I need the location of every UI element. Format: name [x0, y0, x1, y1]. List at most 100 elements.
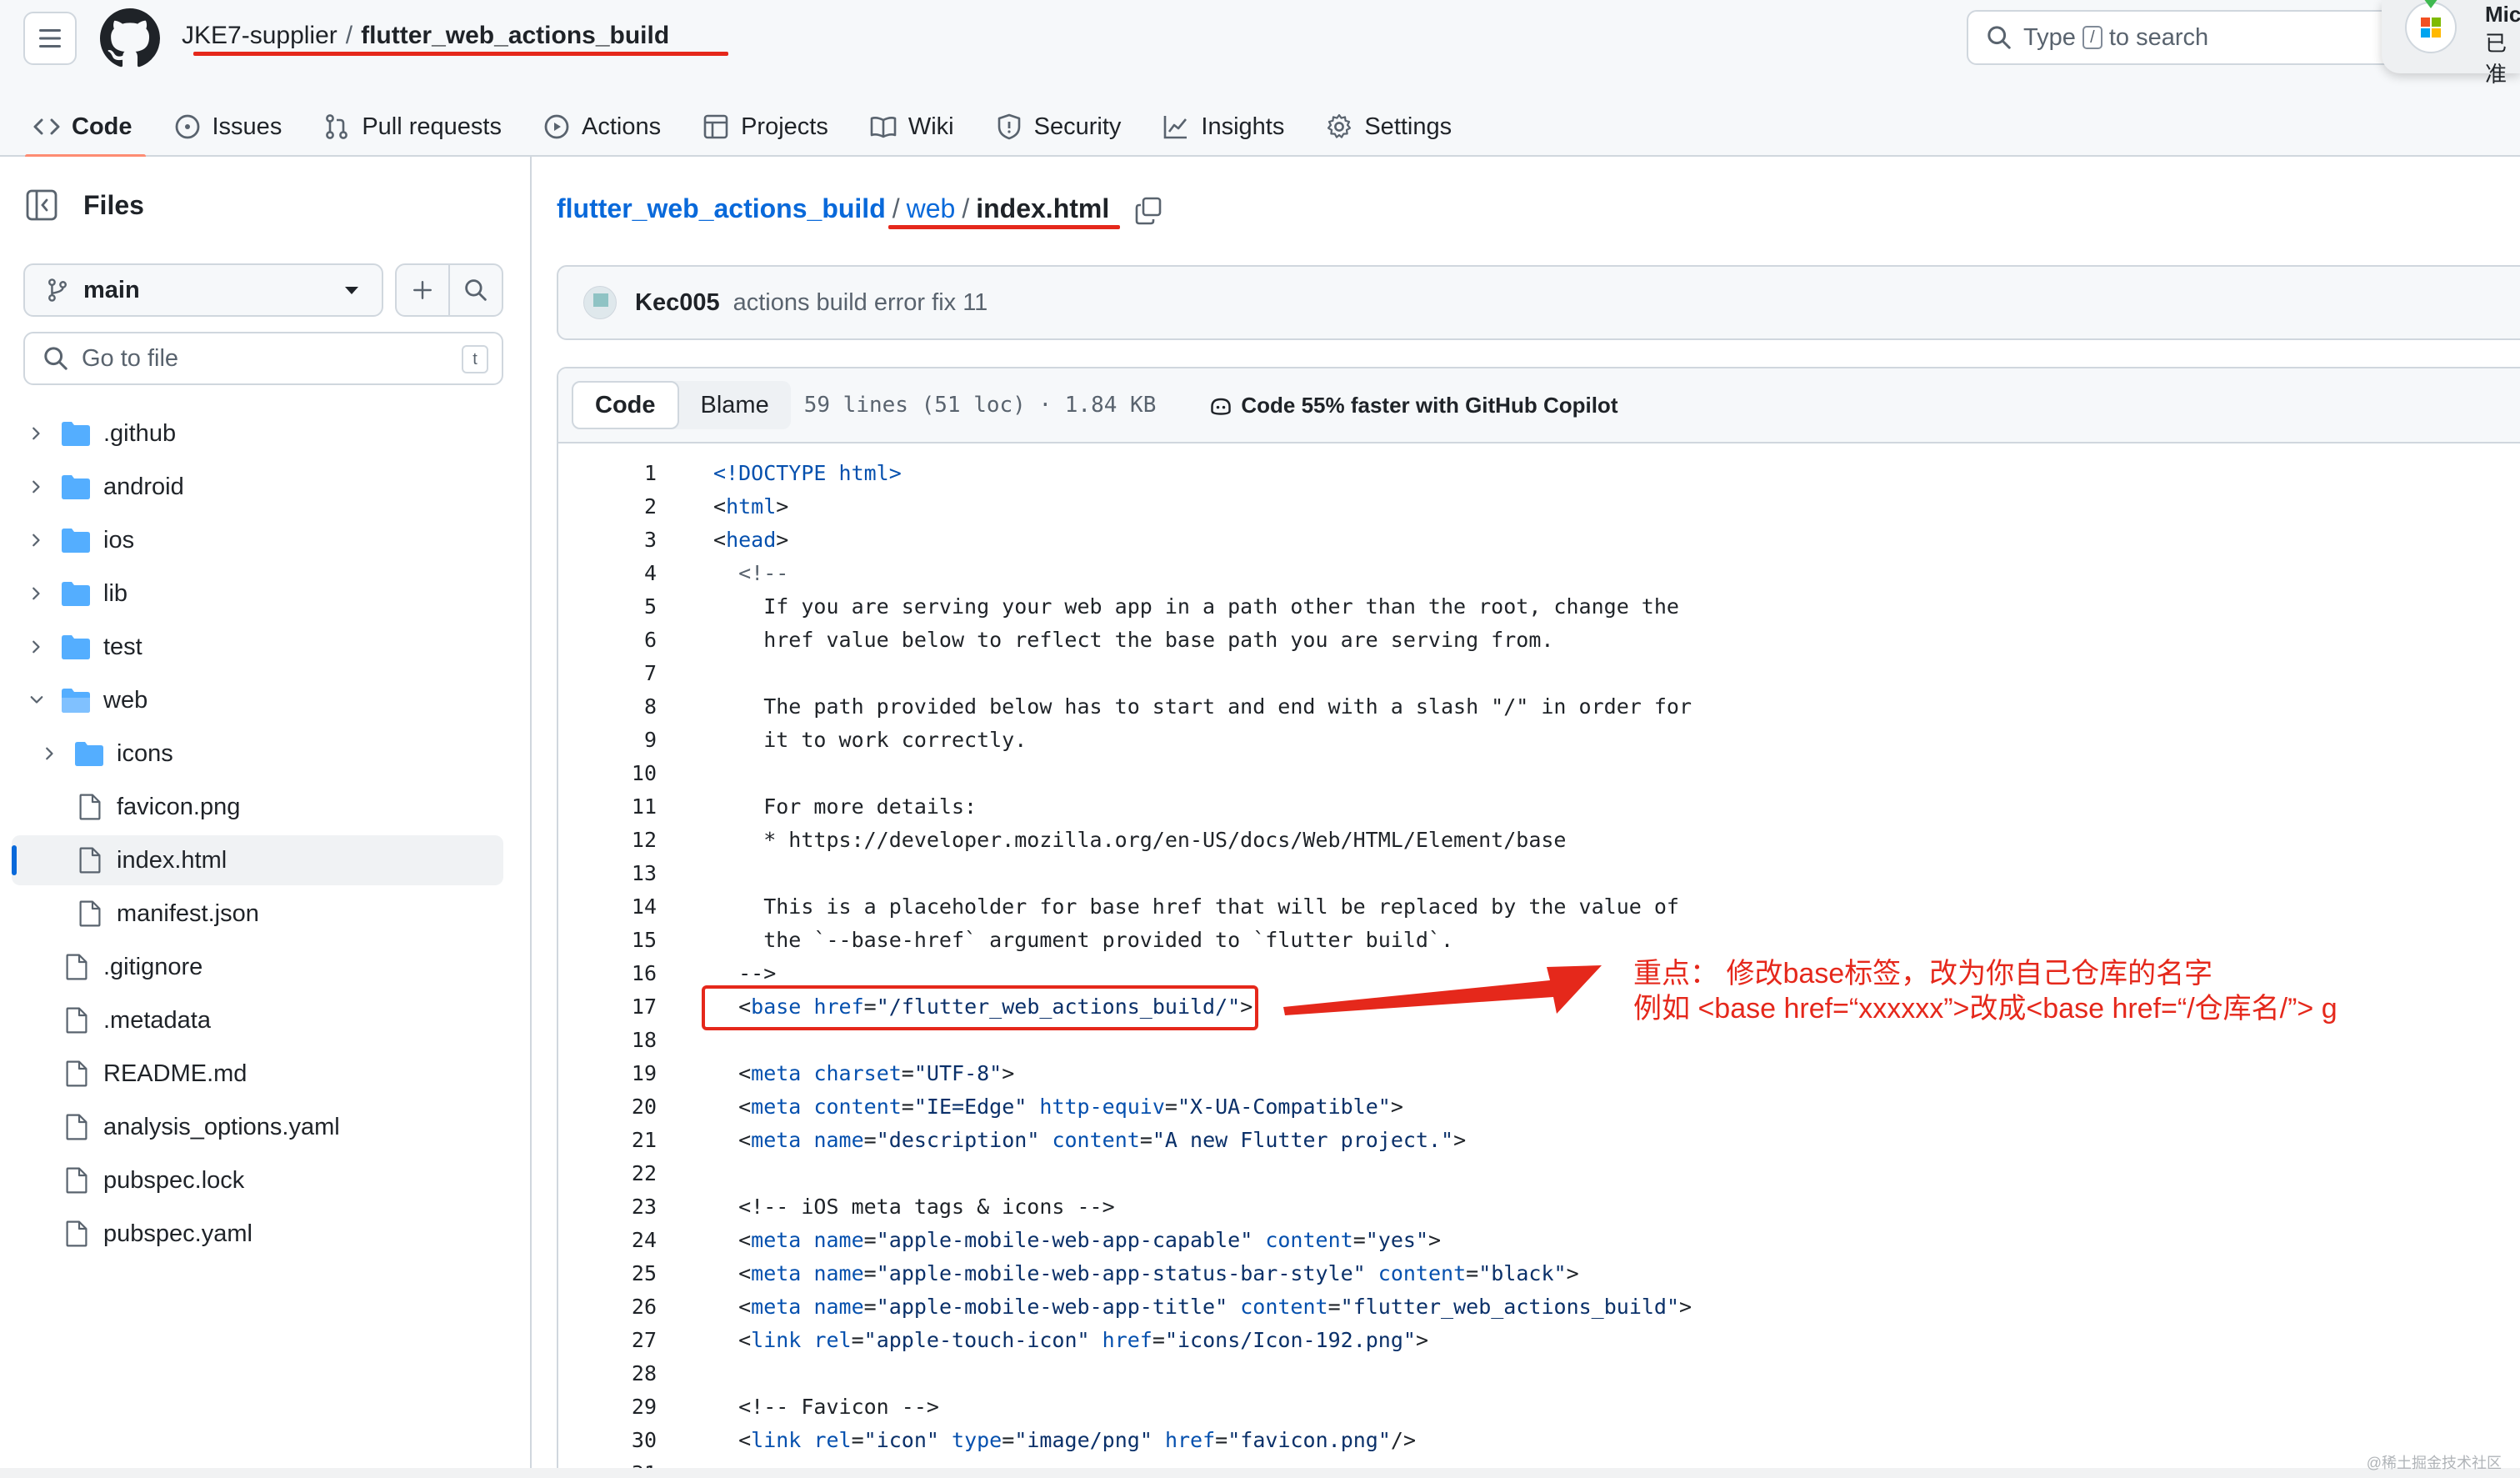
search-input[interactable]: Type / to search — [1967, 10, 2433, 65]
chevron-right-icon[interactable] — [28, 639, 45, 655]
line-content: <!-- — [713, 561, 789, 585]
line-number[interactable]: 14 — [558, 890, 657, 924]
commit-author[interactable]: Kec005 — [635, 289, 720, 317]
copilot-promo[interactable]: Code 55% faster with GitHub Copilot — [1209, 393, 1618, 418]
tab-projects[interactable]: Projects — [702, 97, 828, 157]
folder-icon — [62, 582, 90, 606]
line-number[interactable]: 19 — [558, 1057, 657, 1090]
line-number[interactable]: 25 — [558, 1257, 657, 1290]
line-number[interactable]: 8 — [558, 690, 657, 724]
tree-item-manifest[interactable]: manifest.json — [0, 887, 530, 940]
tab-actions[interactable]: Actions — [543, 97, 661, 157]
tab-issues[interactable]: Issues — [174, 97, 282, 157]
tree-item-analysis-options[interactable]: analysis_options.yaml — [0, 1100, 530, 1154]
tree-item-lib[interactable]: lib — [0, 567, 530, 620]
avatar[interactable] — [583, 286, 617, 319]
line-number[interactable]: 30 — [558, 1424, 657, 1457]
copy-path-icon[interactable] — [1135, 197, 1162, 225]
github-logo-icon[interactable] — [100, 8, 160, 68]
line-content: <!-- Favicon --> — [713, 1395, 939, 1419]
tab-wiki[interactable]: Wiki — [870, 97, 954, 157]
line-number[interactable]: 3 — [558, 524, 657, 557]
line-number[interactable]: 9 — [558, 724, 657, 757]
graph-icon — [1164, 116, 1188, 139]
tab-security[interactable]: Security — [996, 97, 1121, 157]
tree-item-label: favicon.png — [117, 793, 241, 820]
tree-item-web[interactable]: web — [0, 674, 530, 727]
line-number[interactable]: 16 — [558, 957, 657, 990]
tree-item-gitignore[interactable]: .gitignore — [0, 940, 530, 994]
tab-pull-requests[interactable]: Pull requests — [323, 97, 502, 157]
tree-item-metadata[interactable]: .metadata — [0, 994, 530, 1047]
line-number[interactable]: 21 — [558, 1124, 657, 1157]
code-line: 26 <meta name="apple-mobile-web-app-titl… — [558, 1290, 2520, 1324]
chevron-right-icon[interactable] — [28, 585, 45, 602]
line-number[interactable]: 26 — [558, 1290, 657, 1324]
tree-item-label: .gitignore — [103, 953, 203, 980]
tree-item-pubspec-lock[interactable]: pubspec.lock — [0, 1154, 530, 1207]
line-number[interactable]: 17 — [558, 990, 657, 1024]
code-line: 21 <meta name="description" content="A n… — [558, 1124, 2520, 1157]
line-number[interactable]: 11 — [558, 790, 657, 824]
commit-message[interactable]: actions build error fix 11 — [733, 289, 988, 317]
chevron-down-icon — [345, 287, 358, 294]
repo-name-link[interactable]: flutter_web_actions_build — [361, 22, 669, 49]
microsoft-notification-popup[interactable]: Mic 已准 — [2382, 0, 2520, 87]
folder-open-icon — [62, 689, 90, 713]
line-number[interactable]: 20 — [558, 1090, 657, 1124]
line-number[interactable]: 22 — [558, 1157, 657, 1190]
line-number[interactable]: 29 — [558, 1390, 657, 1424]
line-number[interactable]: 7 — [558, 657, 657, 690]
line-number[interactable]: 4 — [558, 557, 657, 590]
tab-settings[interactable]: Settings — [1326, 97, 1452, 157]
line-number[interactable]: 28 — [558, 1357, 657, 1390]
code-line: 25 <meta name="apple-mobile-web-app-stat… — [558, 1257, 2520, 1290]
line-number[interactable]: 13 — [558, 857, 657, 890]
go-to-file-input[interactable]: Go to file t — [23, 332, 503, 385]
tree-item-index-html[interactable]: index.html — [0, 834, 530, 887]
tree-item-readme[interactable]: README.md — [0, 1047, 530, 1100]
tab-code[interactable]: Code — [25, 97, 145, 158]
line-number[interactable]: 12 — [558, 824, 657, 857]
line-number[interactable]: 1 — [558, 457, 657, 490]
line-content: The path provided below has to start and… — [713, 694, 1692, 719]
hamburger-menu-button[interactable] — [23, 12, 77, 65]
line-number[interactable]: 10 — [558, 757, 657, 790]
add-file-button[interactable] — [397, 265, 448, 315]
sidebar-collapse-icon[interactable] — [25, 188, 58, 222]
book-icon — [870, 117, 897, 138]
tree-item-android[interactable]: android — [0, 460, 530, 514]
chevron-right-icon[interactable] — [28, 478, 45, 495]
line-number[interactable]: 24 — [558, 1224, 657, 1257]
line-number[interactable]: 15 — [558, 924, 657, 957]
tree-item-pubspec-yaml[interactable]: pubspec.yaml — [0, 1207, 530, 1260]
tree-item-test[interactable]: test — [0, 620, 530, 674]
line-number[interactable]: 2 — [558, 490, 657, 524]
search-icon — [44, 347, 68, 370]
line-content: it to work correctly. — [713, 728, 1028, 752]
code-view-button[interactable]: Code — [572, 381, 679, 429]
chevron-right-icon[interactable] — [28, 425, 45, 442]
chevron-right-icon[interactable] — [28, 532, 45, 549]
line-number[interactable]: 6 — [558, 624, 657, 657]
blame-view-button[interactable]: Blame — [679, 381, 791, 429]
breadcrumb-repo-link[interactable]: flutter_web_actions_build — [557, 193, 886, 223]
line-number[interactable]: 5 — [558, 590, 657, 624]
line-number[interactable]: 27 — [558, 1324, 657, 1357]
tab-insights[interactable]: Insights — [1162, 97, 1284, 157]
chevron-right-icon[interactable] — [42, 745, 58, 762]
tree-item-favicon[interactable]: favicon.png — [0, 780, 530, 834]
line-number[interactable]: 18 — [558, 1024, 657, 1057]
chevron-down-icon[interactable] — [28, 692, 45, 709]
breadcrumb-separator: / — [962, 193, 970, 223]
search-files-button[interactable] — [448, 265, 502, 315]
tree-item-ios[interactable]: ios — [0, 514, 530, 567]
repo-owner-link[interactable]: JKE7-supplier — [182, 22, 338, 49]
breadcrumb-dir-link[interactable]: web — [907, 193, 956, 223]
tree-item-label: web — [103, 686, 148, 714]
tree-item-github[interactable]: .github — [0, 407, 530, 460]
tree-item-icons[interactable]: icons — [0, 727, 530, 780]
branch-selector-button[interactable]: main — [23, 263, 383, 317]
file-icon — [79, 847, 101, 874]
line-number[interactable]: 23 — [558, 1190, 657, 1224]
